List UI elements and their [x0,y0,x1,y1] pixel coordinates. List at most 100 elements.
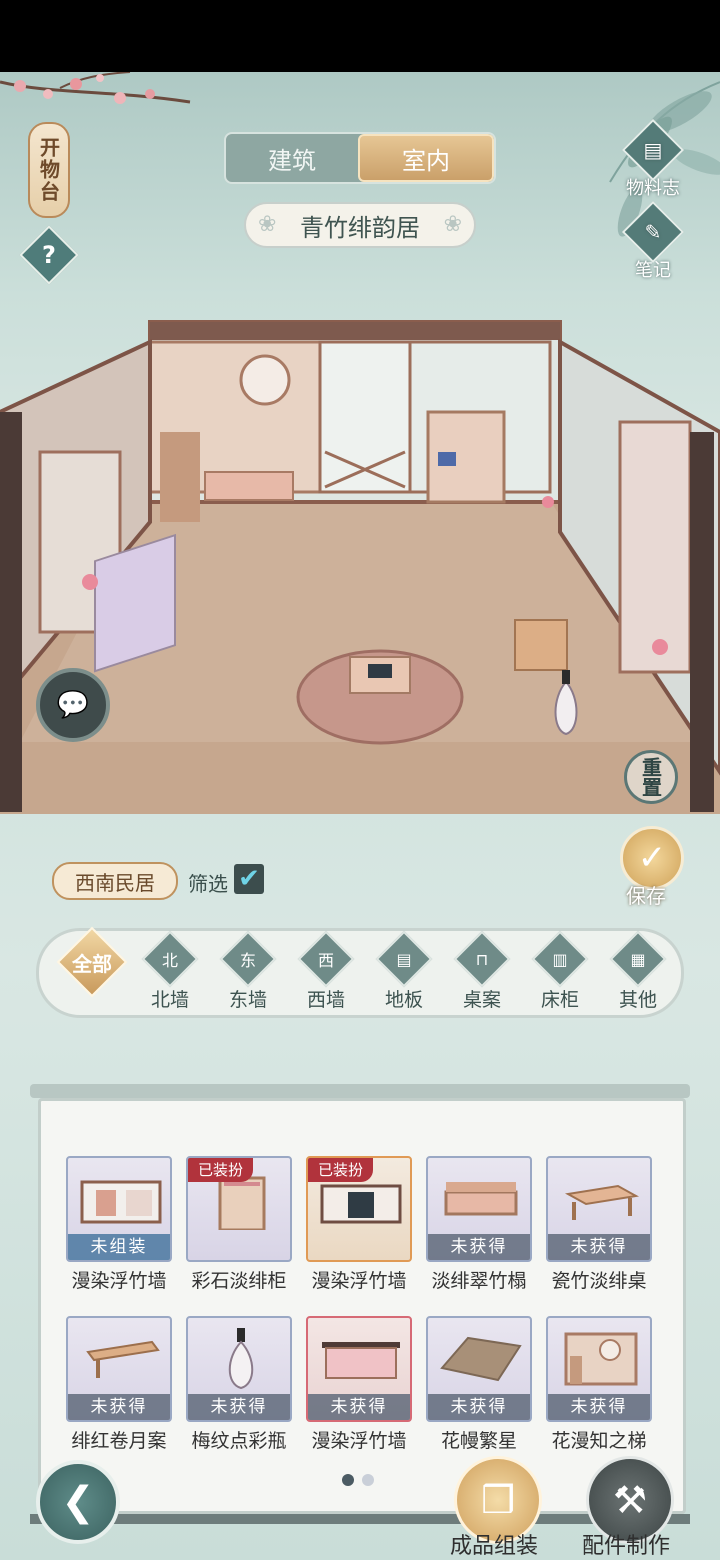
category-north-wall[interactable]: 北 北墙 [131,930,209,1015]
item-thumbnail: 未获得 [546,1316,652,1422]
category-label: 西墙 [306,989,345,1011]
category-west-wall[interactable]: 西 西墙 [287,930,365,1015]
room-3d-view[interactable] [0,302,720,814]
save-label: 保存 [626,884,666,908]
back-button[interactable]: ❮ [36,1460,120,1544]
floor-icon: ▤ [375,930,433,988]
tab-architecture[interactable]: 建筑 [226,134,358,182]
table-icon: ⊓ [453,930,511,988]
item-name: 彩石淡绯柜 [191,1270,287,1292]
category-all[interactable]: 全部 [53,926,131,1015]
filter-checkbox[interactable]: ✔ [234,864,264,894]
category-bed-cabinet[interactable]: ▥ 床柜 [521,930,599,1015]
wall-icon: 北 [141,930,199,988]
category-floor[interactable]: ▤ 地板 [365,930,443,1015]
wall-thumbnail [322,1342,400,1379]
item-status: 未获得 [428,1234,530,1260]
materials-button[interactable]: ▤ 物料志 [618,118,688,200]
couch-thumbnail [444,1182,518,1216]
item-card[interactable]: 已装扮 漫染浮竹墙 [306,1156,412,1296]
wall-icon: 西 [297,930,355,988]
item-name: 梅纹点彩瓶 [191,1430,287,1452]
page-indicator [342,1474,374,1486]
shelf-rail [30,1084,690,1098]
item-card[interactable]: 未获得 漫染浮竹墙 [306,1316,412,1456]
furnishing-panel: 西南民居 筛选 ✔ ✓ 保存 全部 北 北墙 东 东墙 西 西墙 ▤ 地板 ⊓ … [0,814,720,1560]
category-table[interactable]: ⊓ 桌案 [443,930,521,1015]
item-status: 未获得 [428,1394,530,1420]
item-name: 花幔繁星 [440,1430,517,1452]
category-label: 北墙 [150,989,189,1011]
checkmark-icon: ✓ [637,838,667,878]
category-label: 其他 [618,989,657,1011]
craft-parts-label: 配件制作 [582,1534,671,1559]
filter-label: 筛选 [188,872,228,896]
item-thumbnail: 未组装 [66,1156,172,1262]
notebook-icon: ✎ [621,200,685,264]
desk-thumbnail [86,1340,160,1378]
item-name: 淡绯翠竹榻 [431,1270,527,1292]
loft-thumbnail [564,1332,638,1386]
plum-blossom-decoration [0,72,191,104]
item-card[interactable]: 未获得 花漫知之梯 [546,1316,652,1456]
item-name: 漫染浮竹墙 [311,1270,407,1292]
category-label: 地板 [384,989,423,1011]
item-card[interactable]: 未获得 瓷竹淡绯桌 [546,1156,652,1296]
checkmark-icon: ✔ [238,864,260,894]
category-label: 桌案 [462,989,501,1011]
item-card[interactable]: 未组装 漫染浮竹墙 [66,1156,172,1296]
materials-label: 物料志 [626,178,680,199]
vase-thumbnail [228,1328,254,1390]
item-thumbnail: 未获得 [426,1156,532,1262]
room-name-banner: 青竹绯韵居 [244,202,476,248]
item-name: 绯红卷月案 [71,1430,167,1452]
notes-button[interactable]: ✎ 笔记 [618,200,688,282]
tab-interior[interactable]: 室内 [358,134,494,182]
screen-icon: ▦ [609,930,667,988]
category-other[interactable]: ▦ 其他 [599,930,677,1015]
assemble-label: 成品组装 [450,1534,539,1559]
blocks-icon: ❒ [480,1478,516,1522]
workshop-title-plaque[interactable]: 开物台 [28,122,70,218]
equipped-tag: 已装扮 [188,1158,254,1182]
item-name: 漫染浮竹墙 [71,1270,167,1292]
item-name: 瓷竹淡绯桌 [551,1270,647,1292]
reset-button[interactable]: 重置 [624,750,678,804]
item-status: 未获得 [548,1394,650,1420]
all-icon: 全部 [56,926,128,998]
equipped-tag: 已装扮 [308,1158,374,1182]
question-icon: ? [42,241,56,269]
item-status: 未获得 [188,1394,290,1420]
cabinet-icon: ▥ [531,930,589,988]
chat-bubble-icon: 💬 [56,690,90,720]
page-dot[interactable] [342,1474,354,1486]
item-status: 未获得 [308,1394,410,1420]
style-selector[interactable]: 西南民居 [52,862,178,900]
category-east-wall[interactable]: 东 东墙 [209,930,287,1015]
item-card[interactable]: 未获得 花幔繁星 [426,1316,532,1456]
room-scene[interactable]: 开物台 ? 建筑 室内 青竹绯韵居 ▤ 物料志 ✎ 笔记 [0,72,720,814]
item-thumbnail: 未获得 [306,1316,412,1422]
wall-thumbnail [80,1180,162,1224]
item-card[interactable]: 未获得 梅纹点彩瓶 [186,1316,292,1456]
item-card[interactable]: 已装扮 彩石淡绯柜 [186,1156,292,1296]
item-status: 未组装 [68,1234,170,1260]
carpet-thumbnail [440,1336,522,1382]
item-thumbnail: 已装扮 [306,1156,412,1262]
anvil-icon: ⚒ [612,1478,648,1522]
chat-button[interactable]: 💬 [36,668,110,742]
item-thumbnail: 未获得 [546,1156,652,1262]
item-name: 花漫知之梯 [551,1430,647,1452]
table-thumbnail [564,1184,640,1220]
category-label: 床柜 [540,989,579,1011]
category-label: 东墙 [228,989,267,1011]
item-thumbnail: 未获得 [66,1316,172,1422]
wall-icon: 东 [219,930,277,988]
item-name: 漫染浮竹墙 [311,1430,407,1452]
help-button[interactable]: ? [19,225,79,285]
page-dot[interactable] [362,1474,374,1486]
back-arrow-icon: ❮ [61,1479,95,1525]
item-thumbnail: 未获得 [426,1316,532,1422]
item-card[interactable]: 未获得 绯红卷月案 [66,1316,172,1456]
item-card[interactable]: 未获得 淡绯翠竹榻 [426,1156,532,1296]
